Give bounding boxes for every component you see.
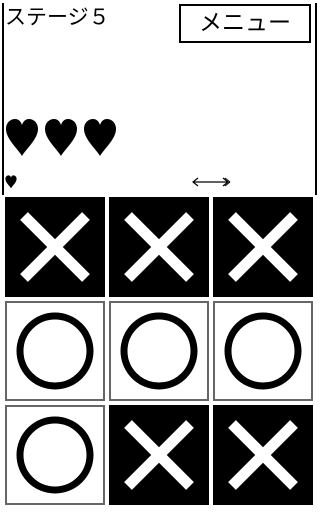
cross-icon	[124, 420, 194, 490]
arrow-icon	[192, 177, 231, 187]
circle-icon	[16, 416, 94, 494]
heart-icon	[84, 119, 116, 156]
circle-icon	[120, 312, 198, 390]
small-heart-icon	[5, 175, 17, 189]
lives-hearts	[5, 118, 117, 160]
circle-icon	[16, 312, 94, 390]
board-cell-0-0[interactable]	[5, 197, 105, 297]
heart-icon	[6, 119, 38, 156]
board-cell-1-2[interactable]	[213, 301, 313, 401]
board-cell-0-2[interactable]	[213, 197, 313, 297]
board-cell-2-2[interactable]	[213, 405, 313, 505]
circle-icon	[224, 312, 302, 390]
menu-button[interactable]: メニュー	[179, 4, 311, 43]
board-cell-1-1[interactable]	[109, 301, 209, 401]
game-board	[5, 197, 313, 507]
cross-icon	[228, 212, 298, 282]
stage-title: ステージ５	[5, 5, 110, 29]
heart-icon	[45, 119, 77, 156]
board-cell-2-0[interactable]	[5, 405, 105, 505]
board-cell-0-1[interactable]	[109, 197, 209, 297]
board-cell-2-1[interactable]	[109, 405, 209, 505]
board-cell-1-0[interactable]	[5, 301, 105, 401]
cross-icon	[228, 420, 298, 490]
cross-icon	[20, 212, 90, 282]
cross-icon	[124, 212, 194, 282]
